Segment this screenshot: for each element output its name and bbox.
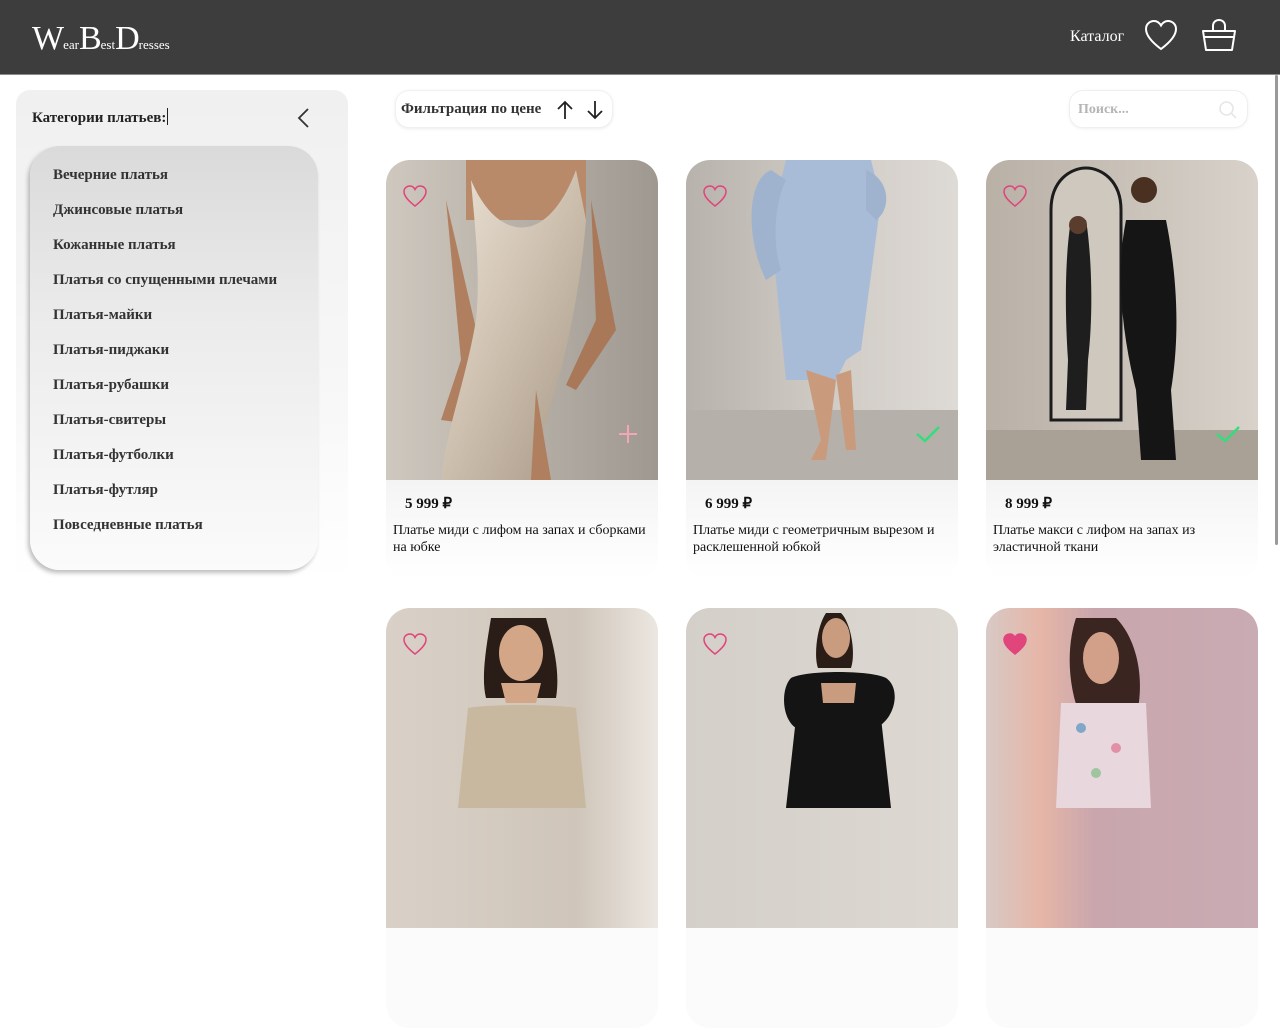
product-info: 5 999 ₽ Платье миди с лифом на запах и с… [386,480,658,580]
category-item[interactable]: Платья-футляр [53,482,277,517]
heart-outline-icon[interactable] [702,632,728,656]
arrow-up-icon[interactable] [555,99,575,121]
plus-icon[interactable] [614,420,642,448]
price-filter: Фильтрация по цене [395,90,613,128]
site-logo[interactable]: WearBestDresses [32,20,170,58]
product-name[interactable]: Платье миди с лифом на запах и сборками … [393,522,655,556]
logo-text-resses: resses [138,37,170,52]
category-item[interactable]: Платья-майки [53,307,277,342]
search-box [1069,90,1248,128]
logo-letter-b: B [78,20,102,57]
search-input[interactable] [1078,100,1213,120]
heart-outline-icon[interactable] [1002,184,1028,208]
category-sidebar: Категории платьев: Вечерние платья Джинс… [16,90,348,580]
category-item[interactable]: Вечерние платья [53,167,277,202]
heart-outline-icon[interactable] [702,184,728,208]
heart-outline-icon[interactable] [1143,18,1179,54]
heart-outline-icon[interactable] [402,632,428,656]
product-price: 6 999 ₽ [705,496,753,512]
site-header: WearBestDresses Каталог [0,0,1280,75]
heart-outline-icon[interactable] [402,184,428,208]
nav-catalog-link[interactable]: Каталог [1070,28,1124,46]
category-item[interactable]: Джинсовые платья [53,202,277,237]
check-icon[interactable] [914,420,942,448]
product-info: 6 999 ₽ Платье миди с геометричным вырез… [686,480,958,580]
sidebar-title: Категории платьев: [32,110,167,126]
product-info: 8 999 ₽ Платье макси с лифом на запах из… [986,480,1258,580]
product-card[interactable]: 6 999 ₽ Платье миди с геометричным вырез… [686,160,958,580]
category-list-panel: Вечерние платья Джинсовые платья Кожанны… [30,146,318,570]
category-item[interactable]: Кожанные платья [53,237,277,272]
category-list: Вечерние платья Джинсовые платья Кожанны… [53,167,277,552]
search-icon[interactable] [1218,100,1238,120]
category-item[interactable]: Платья со спущенными плечами [53,272,277,307]
product-price: 8 999 ₽ [1005,496,1053,512]
category-item[interactable]: Повседневные платья [53,517,277,552]
logo-letter-d: D [115,20,140,57]
logo-text-ear: ear [63,37,79,52]
category-item[interactable]: Платья-футболки [53,447,277,482]
product-card[interactable] [686,608,958,1028]
chevron-left-icon[interactable] [294,106,314,130]
product-card[interactable]: 8 999 ₽ Платье макси с лифом на запах из… [986,160,1258,580]
logo-letter-w: W [32,20,64,57]
text-caret [167,108,169,125]
product-card[interactable]: 5 999 ₽ Платье миди с лифом на запах и с… [386,160,658,580]
page-scrollbar[interactable] [1275,75,1278,545]
arrow-down-icon[interactable] [585,99,605,121]
product-card[interactable] [986,608,1258,1028]
shopping-bag-icon[interactable] [1200,18,1236,54]
category-item[interactable]: Платья-свитеры [53,412,277,447]
product-price: 5 999 ₽ [405,496,453,512]
category-item[interactable]: Платья-рубашки [53,377,277,412]
price-filter-label: Фильтрация по цене [401,101,542,117]
heart-filled-icon[interactable] [1002,632,1028,656]
sidebar-title-wrap: Категории платьев: [32,108,169,127]
product-card[interactable] [386,608,658,1028]
category-item[interactable]: Платья-пиджаки [53,342,277,377]
product-name[interactable]: Платье макси с лифом на запах из эластич… [993,522,1255,556]
product-name[interactable]: Платье миди с геометричным вырезом и рас… [693,522,955,556]
logo-text-est: est [100,37,116,52]
check-icon[interactable] [1214,420,1242,448]
